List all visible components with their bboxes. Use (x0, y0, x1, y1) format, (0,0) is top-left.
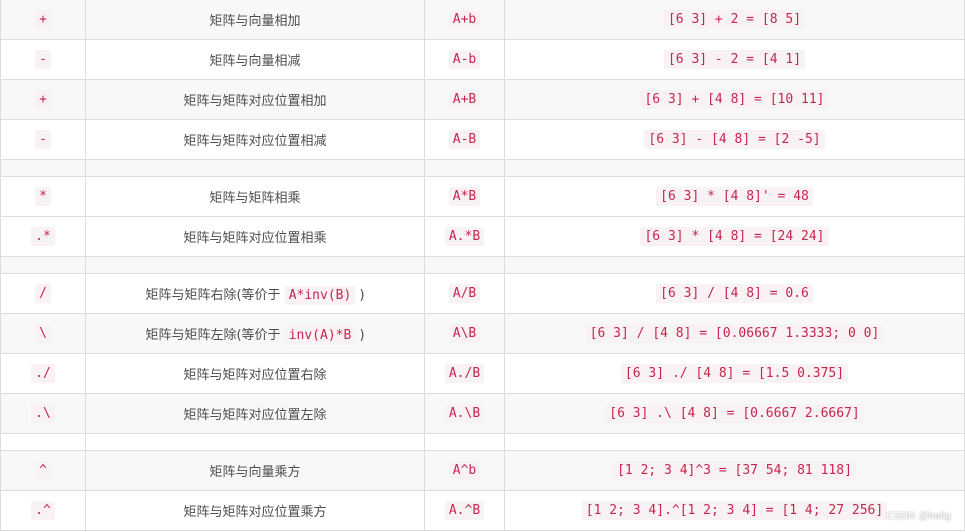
spacer-row (0, 256, 965, 274)
expression-cell: A-b (424, 39, 505, 80)
table-row: .* 矩阵与矩阵对应位置相乘 A.*B [6 3] * [4 8] = [24 … (0, 216, 965, 257)
example-cell: [6 3] + 2 = [8 5] (504, 0, 965, 40)
description-cell: 矩阵与向量乘方 (85, 450, 425, 491)
table-row: + 矩阵与矩阵对应位置相加 A+B [6 3] + [4 8] = [10 11… (0, 79, 965, 120)
example-cell: [6 3] / [4 8] = [0.06667 1.3333; 0 0] (504, 313, 965, 354)
example-cell: [6 3] ./ [4 8] = [1.5 0.375] (504, 353, 965, 394)
table-row: - 矩阵与向量相减 A-b [6 3] - 2 = [4 1] (0, 39, 965, 80)
description-cell: 矩阵与矩阵右除(等价于 A*inv(B) ) (85, 273, 425, 314)
example-cell: [1 2; 3 4]^3 = [37 54; 81 118] (504, 450, 965, 491)
operator-cell: * (0, 176, 86, 217)
expression-cell: A*B (424, 176, 505, 217)
example-cell: [6 3] + [4 8] = [10 11] (504, 79, 965, 120)
operator-cell: - (0, 39, 86, 80)
example-cell: [6 3] - [4 8] = [2 -5] (504, 119, 965, 160)
table-row: ./ 矩阵与矩阵对应位置右除 A./B [6 3] ./ [4 8] = [1.… (0, 353, 965, 394)
table-row: .\ 矩阵与矩阵对应位置左除 A.\B [6 3] .\ [4 8] = [0.… (0, 393, 965, 434)
operator-cell: .\ (0, 393, 86, 434)
operator-cell: + (0, 79, 86, 120)
operator-cell: \ (0, 313, 86, 354)
expression-cell: A+b (424, 0, 505, 40)
description-cell: 矩阵与矩阵对应位置相加 (85, 79, 425, 120)
description-cell: 矩阵与向量相减 (85, 39, 425, 80)
table-row: * 矩阵与矩阵相乘 A*B [6 3] * [4 8]' = 48 (0, 176, 965, 217)
description-cell: 矩阵与矩阵对应位置相减 (85, 119, 425, 160)
table-row: / 矩阵与矩阵右除(等价于 A*inv(B) ) A/B [6 3] / [4 … (0, 273, 965, 314)
expression-cell: A.\B (424, 393, 505, 434)
description-cell: 矩阵与矩阵左除(等价于 inv(A)*B ) (85, 313, 425, 354)
example-cell: [6 3] .\ [4 8] = [0.6667 2.6667] (504, 393, 965, 434)
operator-cell: .^ (0, 490, 86, 531)
description-cell: 矩阵与矩阵对应位置左除 (85, 393, 425, 434)
expression-cell: A.*B (424, 216, 505, 257)
description-cell: 矩阵与矩阵对应位置右除 (85, 353, 425, 394)
table-row: ^ 矩阵与向量乘方 A^b [1 2; 3 4]^3 = [37 54; 81 … (0, 450, 965, 491)
operator-cell: ./ (0, 353, 86, 394)
table-row: \ 矩阵与矩阵左除(等价于 inv(A)*B ) A\B [6 3] / [4 … (0, 313, 965, 354)
expression-cell: A+B (424, 79, 505, 120)
example-cell: [6 3] * [4 8]' = 48 (504, 176, 965, 217)
expression-cell: A\B (424, 313, 505, 354)
expression-cell: A-B (424, 119, 505, 160)
expression-cell: A.^B (424, 490, 505, 531)
description-cell: 矩阵与矩阵相乘 (85, 176, 425, 217)
description-cell: 矩阵与矩阵对应位置乘方 (85, 490, 425, 531)
expression-cell: A./B (424, 353, 505, 394)
operator-cell: / (0, 273, 86, 314)
expression-cell: A/B (424, 273, 505, 314)
description-cell: 矩阵与矩阵对应位置相乘 (85, 216, 425, 257)
example-cell: [6 3] * [4 8] = [24 24] (504, 216, 965, 257)
operator-table: + 矩阵与向量相加 A+b [6 3] + 2 = [8 5] - 矩阵与向量相… (0, 0, 965, 531)
spacer-row (0, 433, 965, 451)
example-cell: [6 3] / [4 8] = 0.6 (504, 273, 965, 314)
table-row: + 矩阵与向量相加 A+b [6 3] + 2 = [8 5] (0, 0, 965, 40)
table-row: - 矩阵与矩阵对应位置相减 A-B [6 3] - [4 8] = [2 -5] (0, 119, 965, 160)
operator-cell: ^ (0, 450, 86, 491)
expression-cell: A^b (424, 450, 505, 491)
watermark: CSDN @hellg (886, 511, 951, 522)
operator-cell: .* (0, 216, 86, 257)
operator-cell: + (0, 0, 86, 40)
table-row: .^ 矩阵与矩阵对应位置乘方 A.^B [1 2; 3 4].^[1 2; 3 … (0, 490, 965, 531)
example-cell: [6 3] - 2 = [4 1] (504, 39, 965, 80)
operator-cell: - (0, 119, 86, 160)
spacer-row (0, 159, 965, 177)
description-cell: 矩阵与向量相加 (85, 0, 425, 40)
